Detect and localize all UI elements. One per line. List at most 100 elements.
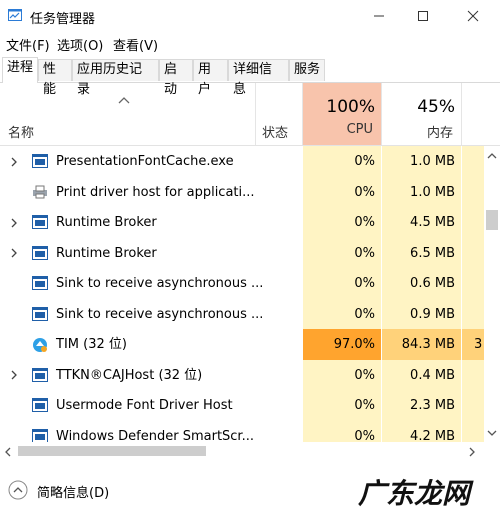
- process-row[interactable]: Print driver host for applicati... 0% 1.0 …: [0, 176, 484, 208]
- cpu-cell: 0%: [303, 298, 382, 330]
- disk-cell: [462, 298, 484, 330]
- footer: 简略信息(D) 广东龙网: [0, 470, 500, 516]
- cpu-cell: 0%: [303, 390, 382, 421]
- expand-chevron-icon[interactable]: [10, 360, 18, 391]
- process-name: TTKN®CAJHost (32 位): [56, 367, 203, 383]
- window-icon: [32, 276, 48, 290]
- cpu-cell: 0%: [303, 359, 382, 391]
- cpu-column-label: CPU: [346, 122, 373, 137]
- disk-cell: [462, 359, 484, 391]
- memory-cell: 6.5 MB: [382, 237, 462, 269]
- menu-bar: 文件(F) 选项(O) 查看(V): [0, 32, 500, 56]
- status-cell: [256, 299, 303, 330]
- memory-cell: 0.9 MB: [382, 298, 462, 330]
- memory-column-header[interactable]: 45% 内存: [382, 83, 462, 145]
- cpu-cell: 97.0%: [303, 329, 382, 360]
- status-cell: [256, 390, 303, 421]
- vertical-scroll-thumb[interactable]: [486, 210, 498, 230]
- expand-chevron-icon[interactable]: [10, 238, 18, 269]
- memory-cell: 4.5 MB: [382, 207, 462, 238]
- process-name: TIM (32 位): [56, 337, 127, 352]
- minimize-button[interactable]: [356, 0, 402, 32]
- disk-cell: [462, 237, 484, 269]
- disk-cell: [462, 390, 484, 421]
- window-icon: [32, 306, 48, 321]
- menu-view[interactable]: 查看(V): [113, 35, 158, 54]
- process-row[interactable]: Runtime Broker 0% 4.5 MB: [0, 207, 484, 238]
- process-name: Usermode Font Driver Host: [56, 398, 233, 413]
- process-row[interactable]: Sink to receive asynchronous ... 0% 0.9 MB: [0, 298, 484, 330]
- cpu-cell: 0%: [303, 268, 382, 299]
- tab-details[interactable]: 详细信息: [228, 59, 289, 97]
- cpu-total-percent: 100%: [326, 97, 375, 117]
- expand-chevron-icon[interactable]: [10, 146, 18, 177]
- scroll-up-icon: [487, 153, 497, 159]
- tab-users[interactable]: 用户: [193, 59, 228, 97]
- process-name: Sink to receive asynchronous ...: [56, 276, 264, 291]
- status-column-header[interactable]: 状态: [256, 83, 303, 145]
- tab-services[interactable]: 服务: [289, 59, 325, 81]
- cpu-cell: 0%: [303, 176, 382, 208]
- memory-cell: 1.0 MB: [382, 146, 462, 177]
- maximize-button[interactable]: [400, 0, 446, 32]
- status-column-label: 状态: [262, 126, 289, 141]
- disk-cell: [462, 268, 484, 299]
- cpu-cell: 0%: [303, 146, 382, 177]
- process-name: PresentationFontCache.exe: [56, 154, 234, 169]
- memory-cell: 2.3 MB: [382, 390, 462, 421]
- menu-file[interactable]: 文件(F): [6, 35, 50, 54]
- cpu-cell: 0%: [303, 237, 382, 269]
- tim-icon: [32, 337, 48, 352]
- status-cell: [256, 146, 303, 177]
- process-row[interactable]: Usermode Font Driver Host 0% 2.3 MB: [0, 390, 484, 421]
- scroll-down-icon: [487, 430, 497, 436]
- window-icon: [32, 367, 48, 382]
- process-name: Sink to receive asynchronous ...: [56, 306, 264, 322]
- cpu-column-header[interactable]: 100% CPU: [303, 83, 382, 145]
- maximize-icon: [418, 11, 428, 21]
- status-cell: [256, 177, 303, 208]
- window-icon: [32, 428, 48, 443]
- name-column-header[interactable]: 名称: [0, 83, 256, 145]
- memory-column-label: 内存: [426, 126, 453, 141]
- vertical-scrollbar[interactable]: [484, 146, 500, 442]
- scroll-left-icon: [5, 447, 11, 457]
- minimize-icon: [374, 15, 384, 17]
- name-column-label: 名称: [8, 126, 35, 141]
- process-row[interactable]: PresentationFontCache.exe 0% 1.0 MB: [0, 146, 484, 177]
- menu-options[interactable]: 选项(O): [57, 35, 103, 54]
- process-row[interactable]: Runtime Broker 0% 6.5 MB: [0, 237, 484, 269]
- tab-performance[interactable]: 性能: [38, 59, 72, 97]
- window-title: 任务管理器: [30, 12, 96, 27]
- disk-cell: [462, 146, 484, 177]
- status-cell: [256, 238, 303, 269]
- disk-cell: [462, 207, 484, 238]
- tab-app-history[interactable]: 应用历史记录: [72, 59, 159, 97]
- window-icon: [32, 245, 48, 260]
- window-icon: [32, 398, 48, 412]
- process-row[interactable]: TIM (32 位) 97.0% 84.3 MB 3: [0, 329, 484, 360]
- cpu-cell: 0%: [303, 207, 382, 238]
- close-icon: [467, 10, 479, 22]
- tab-startup[interactable]: 启动: [159, 59, 193, 97]
- title-bar: 任务管理器: [0, 0, 500, 32]
- close-button[interactable]: [450, 0, 496, 32]
- window-icon: [32, 215, 48, 229]
- status-cell: [256, 360, 303, 391]
- task-manager-icon: [8, 9, 22, 21]
- sort-up-icon: [118, 97, 130, 104]
- scroll-right-icon: [469, 447, 475, 457]
- expand-chevron-icon[interactable]: [10, 207, 18, 238]
- horizontal-scroll-thumb[interactable]: [18, 446, 206, 456]
- tab-processes[interactable]: 进程: [2, 57, 38, 83]
- process-row[interactable]: TTKN®CAJHost (32 位) 0% 0.4 MB: [0, 359, 484, 391]
- memory-total-percent: 45%: [417, 97, 455, 117]
- column-header: 名称 状态 100% CPU 45% 内存: [0, 83, 500, 146]
- memory-cell: 0.4 MB: [382, 359, 462, 391]
- status-cell: [256, 207, 303, 238]
- memory-cell: 0.6 MB: [382, 268, 462, 299]
- process-name: Runtime Broker: [56, 245, 157, 261]
- horizontal-scrollbar[interactable]: [0, 442, 500, 460]
- process-name: Runtime Broker: [56, 215, 157, 230]
- process-row[interactable]: Sink to receive asynchronous ... 0% 0.6 MB: [0, 268, 484, 299]
